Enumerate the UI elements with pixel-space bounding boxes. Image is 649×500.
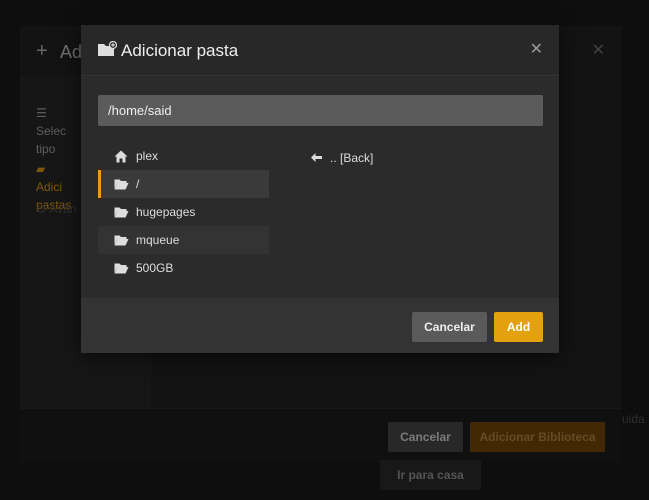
- folder-open-icon: [114, 205, 130, 219]
- directory-item-plex[interactable]: plex: [98, 142, 269, 170]
- arrow-left-icon: [311, 150, 322, 165]
- directory-item-hugepages[interactable]: hugepages: [98, 198, 269, 226]
- directory-label: hugepages: [136, 205, 196, 219]
- directory-item-mqueue[interactable]: mqueue: [98, 226, 269, 254]
- back-link[interactable]: .. [Back]: [311, 150, 373, 165]
- folder-open-icon: [114, 177, 130, 191]
- add-button[interactable]: Add: [494, 312, 543, 342]
- directory-label: plex: [136, 149, 159, 163]
- cancel-button[interactable]: Cancelar: [412, 312, 487, 342]
- home-icon: [114, 149, 130, 163]
- modal-footer: Cancelar Add: [81, 298, 559, 353]
- directory-list: plex / hugepages mqueue 500GB: [98, 142, 269, 282]
- close-icon[interactable]: ✕: [530, 39, 543, 59]
- directory-label: mqueue: [136, 233, 180, 247]
- directory-label: /: [136, 177, 140, 191]
- directory-label: 500GB: [136, 261, 174, 275]
- folder-add-icon: [97, 40, 118, 57]
- directory-item-500gb[interactable]: 500GB: [98, 254, 269, 282]
- path-input[interactable]: [98, 95, 543, 126]
- back-link-label: .. [Back]: [330, 150, 374, 165]
- add-folder-modal: Adicionar pasta ✕ plex / hugepag: [81, 25, 559, 353]
- folder-open-icon: [114, 261, 130, 275]
- modal-title: Adicionar pasta: [121, 41, 239, 60]
- modal-header: Adicionar pasta ✕: [81, 25, 559, 76]
- modal-body: plex / hugepages mqueue: [81, 77, 559, 298]
- directory-item-root[interactable]: /: [98, 170, 269, 198]
- folder-open-icon: [114, 233, 130, 247]
